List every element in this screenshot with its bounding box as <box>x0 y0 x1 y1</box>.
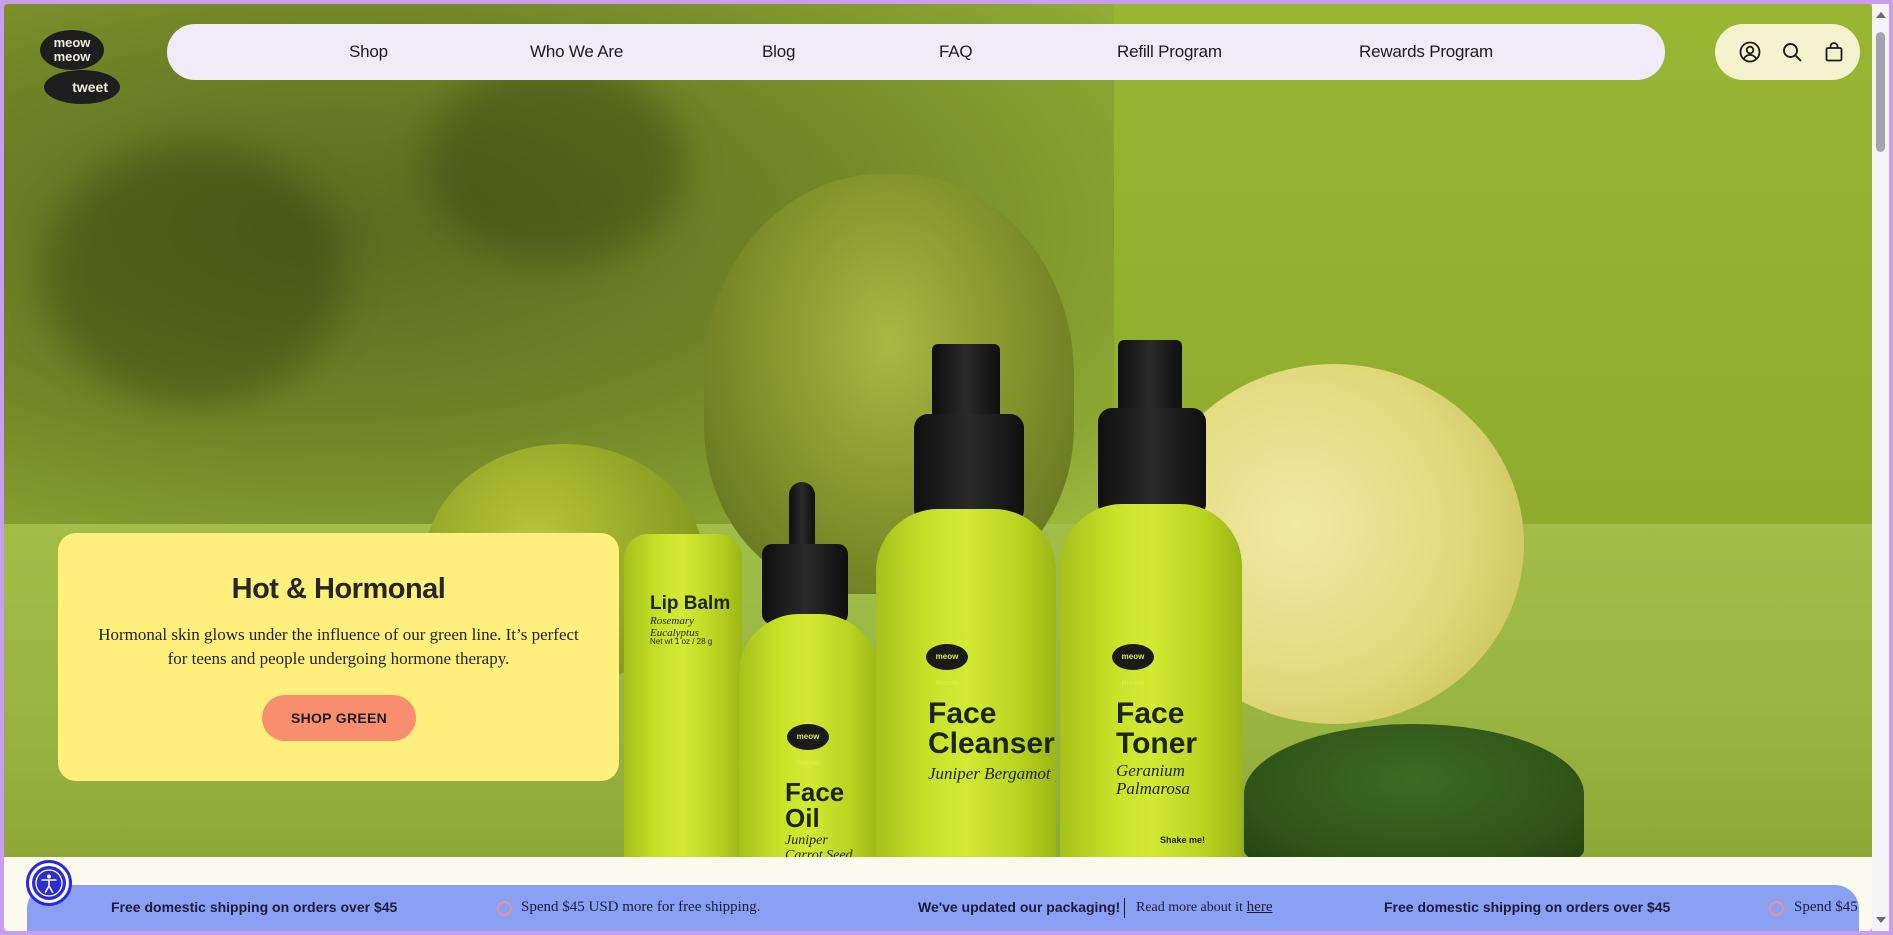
announcement-bar: Free domestic shipping on orders over $4… <box>27 885 1859 931</box>
face-oil-scent: Juniper Carrot Seed <box>785 833 853 857</box>
nav-item-shop[interactable]: Shop <box>349 24 388 80</box>
face-oil-badge: meow meow tweet <box>787 724 829 793</box>
nav-item-faq[interactable]: FAQ <box>939 24 973 80</box>
read-more-text: Read more about it <box>1136 900 1243 915</box>
search-icon[interactable] <box>1780 40 1804 64</box>
promo-body: Hormonal skin glows under the influence … <box>98 625 579 668</box>
face-oil-cap <box>762 544 848 624</box>
lip-balm-name: Lip Balm <box>650 593 731 614</box>
face-cleanser-product: meow meow tweet Face Cleanser Juniper Be… <box>876 509 1056 857</box>
promo-card: Hot & Hormonal Hormonal skin glows under… <box>58 533 619 781</box>
page-viewport: Lip Balm Rosemary Eucalyptus Net wt 1 oz… <box>4 4 1872 931</box>
announcement-read-more: Read more about it here <box>1136 899 1272 916</box>
face-oil-dropper <box>789 482 815 552</box>
face-oil-product: meow meow tweet Face Oil Juniper Carrot … <box>739 614 879 857</box>
accessibility-icon <box>32 866 66 900</box>
hero-greens <box>1244 724 1584 857</box>
scroll-down-arrow-icon[interactable] <box>1876 917 1886 923</box>
nav-item-blog[interactable]: Blog <box>762 24 795 80</box>
announcement-divider <box>1124 898 1125 918</box>
face-cleanser-cap <box>914 414 1024 524</box>
cart-icon[interactable] <box>1822 40 1846 64</box>
logo-bubble-bottom: tweet <box>44 70 120 104</box>
announcement-shipping-repeat: Free domestic shipping on orders over $4… <box>1384 899 1671 915</box>
accessibility-button[interactable] <box>26 860 72 906</box>
nav-item-rewards-program[interactable]: Rewards Program <box>1359 24 1493 80</box>
main-nav: Shop Who We Are Blog FAQ Refill Program … <box>167 24 1665 80</box>
face-cleanser-badge: meow meow tweet <box>926 644 968 713</box>
face-toner-badge: meow meow tweet <box>1112 644 1154 713</box>
hero-shadow <box>44 144 344 404</box>
face-oil-name: Face Oil <box>785 777 845 833</box>
scroll-thumb[interactable] <box>1876 32 1885 152</box>
face-cleanser-name: Face Cleanser <box>928 697 1055 760</box>
promo-title: Hot & Hormonal <box>231 573 446 605</box>
header-icon-group <box>1715 24 1860 80</box>
progress-ring-icon <box>1769 901 1784 916</box>
face-cleanser-scent: Juniper Bergamot <box>928 764 1051 783</box>
nav-item-refill-program[interactable]: Refill Program <box>1117 24 1222 80</box>
hero-shadow <box>424 64 684 264</box>
account-icon[interactable] <box>1738 40 1762 64</box>
scroll-up-arrow-icon[interactable] <box>1876 12 1886 18</box>
announcement-packaging: We've updated our packaging! <box>918 899 1121 915</box>
progress-ring-icon <box>497 901 512 916</box>
page-scrollbar[interactable] <box>1872 4 1889 931</box>
face-cleanser-pump <box>932 344 1000 424</box>
face-toner-cap <box>1098 408 1206 518</box>
announcement-spend-repeat: Spend $45 <box>1794 899 1858 915</box>
logo-bubble-top: meow meow <box>40 30 104 70</box>
announcement-here-link[interactable]: here <box>1247 899 1273 915</box>
face-toner-note: Shake me! <box>1160 835 1206 845</box>
announcement-spend: Spend $45 USD more for free shipping. <box>521 899 761 915</box>
face-toner-name: Face Toner <box>1116 697 1198 760</box>
face-toner-product: meow meow tweet Face Toner Geranium Palm… <box>1060 504 1242 857</box>
brand-logo[interactable]: meow meow tweet <box>40 30 120 110</box>
lip-balm-size: Net wt 1 oz / 28 g <box>650 637 713 646</box>
announcement-shipping: Free domestic shipping on orders over $4… <box>111 899 398 915</box>
lip-balm-scent: Rosemary Eucalyptus <box>650 615 699 639</box>
shop-green-button[interactable]: SHOP GREEN <box>262 695 416 741</box>
lip-balm-product: Lip Balm Rosemary Eucalyptus Net wt 1 oz… <box>624 534 742 857</box>
face-toner-scent: Geranium Palmarosa <box>1116 761 1190 798</box>
nav-item-who-we-are[interactable]: Who We Are <box>530 24 623 80</box>
